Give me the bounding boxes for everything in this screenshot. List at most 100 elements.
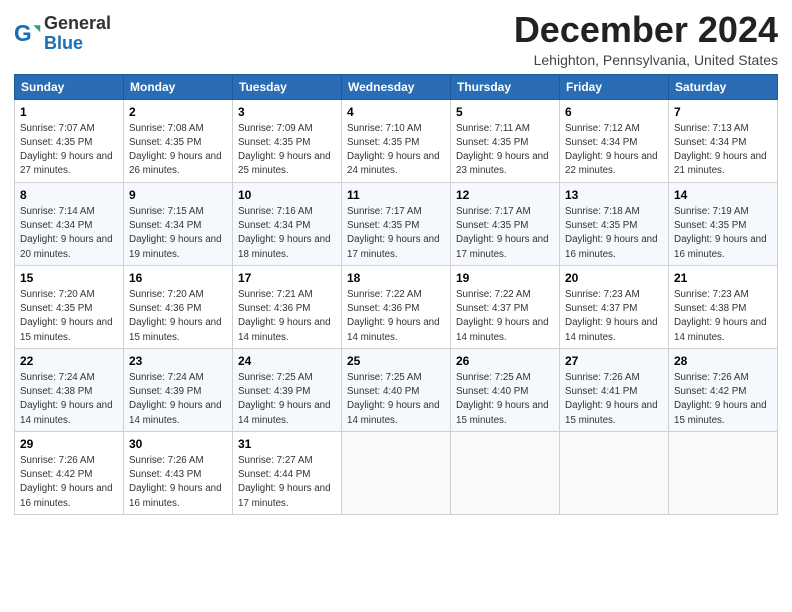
calendar-cell: 1 Sunrise: 7:07 AM Sunset: 4:35 PM Dayli…: [15, 99, 124, 182]
day-sunset: Sunset: 4:37 PM: [456, 303, 528, 314]
day-sunrise: Sunrise: 7:24 AM: [129, 372, 204, 383]
day-sunrise: Sunrise: 7:15 AM: [129, 206, 204, 217]
day-sunset: Sunset: 4:35 PM: [20, 303, 92, 314]
day-sunrise: Sunrise: 7:11 AM: [456, 123, 530, 134]
calendar-cell: [560, 431, 669, 514]
day-number: 9: [129, 187, 227, 203]
calendar-week-row: 29 Sunrise: 7:26 AM Sunset: 4:42 PM Dayl…: [15, 431, 778, 514]
day-number: 25: [347, 353, 445, 369]
day-number: 8: [20, 187, 118, 203]
day-daylight: Daylight: 9 hours and 16 minutes.: [129, 483, 222, 508]
day-number: 12: [456, 187, 554, 203]
day-sunset: Sunset: 4:35 PM: [674, 220, 746, 231]
day-daylight: Daylight: 9 hours and 16 minutes.: [674, 234, 767, 259]
day-sunrise: Sunrise: 7:25 AM: [238, 372, 313, 383]
calendar-cell: 8 Sunrise: 7:14 AM Sunset: 4:34 PM Dayli…: [15, 182, 124, 265]
col-header-saturday: Saturday: [669, 74, 778, 99]
day-daylight: Daylight: 9 hours and 25 minutes.: [238, 151, 331, 176]
calendar-week-row: 15 Sunrise: 7:20 AM Sunset: 4:35 PM Dayl…: [15, 265, 778, 348]
day-sunrise: Sunrise: 7:26 AM: [674, 372, 749, 383]
day-sunrise: Sunrise: 7:26 AM: [565, 372, 640, 383]
day-sunset: Sunset: 4:34 PM: [238, 220, 310, 231]
col-header-monday: Monday: [124, 74, 233, 99]
col-header-thursday: Thursday: [451, 74, 560, 99]
day-sunrise: Sunrise: 7:13 AM: [674, 123, 749, 134]
calendar-cell: 14 Sunrise: 7:19 AM Sunset: 4:35 PM Dayl…: [669, 182, 778, 265]
day-sunrise: Sunrise: 7:17 AM: [347, 206, 422, 217]
day-daylight: Daylight: 9 hours and 23 minutes.: [456, 151, 549, 176]
calendar-cell: 2 Sunrise: 7:08 AM Sunset: 4:35 PM Dayli…: [124, 99, 233, 182]
day-number: 11: [347, 187, 445, 203]
calendar-cell: 27 Sunrise: 7:26 AM Sunset: 4:41 PM Dayl…: [560, 348, 669, 431]
day-sunrise: Sunrise: 7:08 AM: [129, 123, 204, 134]
day-number: 19: [456, 270, 554, 286]
calendar-cell: [669, 431, 778, 514]
calendar-cell: 21 Sunrise: 7:23 AM Sunset: 4:38 PM Dayl…: [669, 265, 778, 348]
day-sunrise: Sunrise: 7:22 AM: [456, 289, 531, 300]
day-sunset: Sunset: 4:39 PM: [129, 386, 201, 397]
day-number: 4: [347, 104, 445, 120]
day-daylight: Daylight: 9 hours and 21 minutes.: [674, 151, 767, 176]
day-number: 1: [20, 104, 118, 120]
day-daylight: Daylight: 9 hours and 26 minutes.: [129, 151, 222, 176]
calendar-cell: 24 Sunrise: 7:25 AM Sunset: 4:39 PM Dayl…: [233, 348, 342, 431]
svg-text:G: G: [14, 20, 32, 46]
day-sunset: Sunset: 4:34 PM: [674, 137, 746, 148]
calendar-cell: 11 Sunrise: 7:17 AM Sunset: 4:35 PM Dayl…: [342, 182, 451, 265]
day-number: 30: [129, 436, 227, 452]
calendar-cell: 3 Sunrise: 7:09 AM Sunset: 4:35 PM Dayli…: [233, 99, 342, 182]
day-sunrise: Sunrise: 7:18 AM: [565, 206, 640, 217]
calendar-cell: 20 Sunrise: 7:23 AM Sunset: 4:37 PM Dayl…: [560, 265, 669, 348]
day-daylight: Daylight: 9 hours and 17 minutes.: [238, 483, 331, 508]
col-header-sunday: Sunday: [15, 74, 124, 99]
calendar-week-row: 22 Sunrise: 7:24 AM Sunset: 4:38 PM Dayl…: [15, 348, 778, 431]
day-number: 16: [129, 270, 227, 286]
day-number: 31: [238, 436, 336, 452]
day-sunset: Sunset: 4:38 PM: [674, 303, 746, 314]
day-sunrise: Sunrise: 7:10 AM: [347, 123, 422, 134]
day-number: 20: [565, 270, 663, 286]
day-sunrise: Sunrise: 7:23 AM: [674, 289, 749, 300]
day-daylight: Daylight: 9 hours and 14 minutes.: [129, 400, 222, 425]
day-daylight: Daylight: 9 hours and 15 minutes.: [674, 400, 767, 425]
day-sunrise: Sunrise: 7:19 AM: [674, 206, 749, 217]
col-header-wednesday: Wednesday: [342, 74, 451, 99]
day-daylight: Daylight: 9 hours and 15 minutes.: [565, 400, 658, 425]
day-number: 22: [20, 353, 118, 369]
calendar-cell: 4 Sunrise: 7:10 AM Sunset: 4:35 PM Dayli…: [342, 99, 451, 182]
day-daylight: Daylight: 9 hours and 16 minutes.: [565, 234, 658, 259]
day-sunset: Sunset: 4:35 PM: [565, 220, 637, 231]
day-daylight: Daylight: 9 hours and 24 minutes.: [347, 151, 440, 176]
title-block: December 2024 Lehighton, Pennsylvania, U…: [514, 10, 778, 68]
day-sunset: Sunset: 4:41 PM: [565, 386, 637, 397]
calendar-cell: 7 Sunrise: 7:13 AM Sunset: 4:34 PM Dayli…: [669, 99, 778, 182]
day-sunset: Sunset: 4:36 PM: [238, 303, 310, 314]
day-number: 5: [456, 104, 554, 120]
day-sunset: Sunset: 4:36 PM: [129, 303, 201, 314]
location-text: Lehighton, Pennsylvania, United States: [514, 52, 778, 68]
day-number: 13: [565, 187, 663, 203]
calendar-cell: 19 Sunrise: 7:22 AM Sunset: 4:37 PM Dayl…: [451, 265, 560, 348]
day-sunset: Sunset: 4:40 PM: [456, 386, 528, 397]
calendar-cell: [451, 431, 560, 514]
day-number: 6: [565, 104, 663, 120]
day-sunset: Sunset: 4:34 PM: [129, 220, 201, 231]
calendar-cell: 13 Sunrise: 7:18 AM Sunset: 4:35 PM Dayl…: [560, 182, 669, 265]
day-daylight: Daylight: 9 hours and 19 minutes.: [129, 234, 222, 259]
calendar-cell: 15 Sunrise: 7:20 AM Sunset: 4:35 PM Dayl…: [15, 265, 124, 348]
calendar-week-row: 1 Sunrise: 7:07 AM Sunset: 4:35 PM Dayli…: [15, 99, 778, 182]
day-daylight: Daylight: 9 hours and 20 minutes.: [20, 234, 113, 259]
day-daylight: Daylight: 9 hours and 17 minutes.: [456, 234, 549, 259]
day-number: 14: [674, 187, 772, 203]
month-title: December 2024: [514, 10, 778, 50]
day-sunrise: Sunrise: 7:25 AM: [456, 372, 531, 383]
day-daylight: Daylight: 9 hours and 15 minutes.: [456, 400, 549, 425]
calendar-cell: 12 Sunrise: 7:17 AM Sunset: 4:35 PM Dayl…: [451, 182, 560, 265]
calendar-cell: 16 Sunrise: 7:20 AM Sunset: 4:36 PM Dayl…: [124, 265, 233, 348]
day-number: 27: [565, 353, 663, 369]
day-number: 10: [238, 187, 336, 203]
calendar-cell: 5 Sunrise: 7:11 AM Sunset: 4:35 PM Dayli…: [451, 99, 560, 182]
day-number: 21: [674, 270, 772, 286]
calendar-week-row: 8 Sunrise: 7:14 AM Sunset: 4:34 PM Dayli…: [15, 182, 778, 265]
day-sunrise: Sunrise: 7:26 AM: [129, 455, 204, 466]
